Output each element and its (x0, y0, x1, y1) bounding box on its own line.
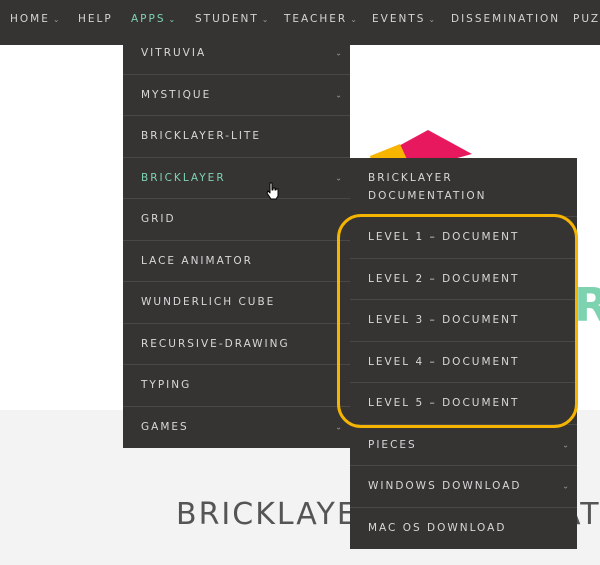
chevron-down-icon: ⌄ (335, 48, 342, 58)
nav-puzzles[interactable]: PUZ (573, 0, 600, 45)
menu-item-label: TYPING (141, 379, 192, 392)
page-title: BRICKLAYE (176, 497, 358, 532)
menu-item-level-5-document[interactable]: LEVEL 5 – DOCUMENT (350, 383, 577, 425)
menu-item-label: LEVEL 1 – DOCUMENT (368, 231, 520, 244)
menu-item-label: MYSTIQUE (141, 88, 212, 101)
chevron-down-icon: ⌄ (562, 440, 569, 450)
nav-home[interactable]: HOME ⌄ (10, 0, 60, 45)
menu-item-label: WINDOWS DOWNLOAD (368, 480, 522, 493)
menu-item-label: MAC OS DOWNLOAD (368, 522, 507, 535)
menu-item-label: GAMES (141, 421, 189, 434)
nav-label: HELP (78, 13, 113, 25)
nav-label: PUZ (573, 13, 600, 25)
chevron-down-icon: ⌄ (261, 15, 269, 24)
menu-item-label: LACE ANIMATOR (141, 254, 253, 267)
menu-item-label: GRID (141, 213, 176, 226)
menu-item-grid[interactable]: GRID (123, 199, 350, 241)
menu-item-label: WUNDERLICH CUBE (141, 296, 276, 309)
nav-label: APPS (131, 13, 166, 25)
nav-label: DISSEMINATION (451, 13, 561, 25)
menu-item-games[interactable]: GAMES ⌄ (123, 407, 350, 449)
menu-item-vitruvia[interactable]: VITRUVIA ⌄ (123, 33, 350, 75)
nav-label: TEACHER (284, 13, 348, 25)
menu-item-label-line2: DOCUMENTATION (368, 190, 487, 202)
nav-dissemination[interactable]: DISSEMINATION (451, 0, 560, 45)
menu-item-label: PIECES (368, 438, 417, 451)
menu-item-label: LEVEL 5 – DOCUMENT (368, 397, 520, 410)
nav-label: STUDENT (195, 13, 259, 25)
nav-events[interactable]: EVENTS ⌄ (372, 0, 435, 45)
chevron-down-icon: ⌄ (428, 15, 436, 24)
chevron-down-icon: ⌄ (350, 15, 357, 24)
menu-item-label: LEVEL 2 – DOCUMENT (368, 272, 520, 285)
hand-pointer-icon (266, 182, 279, 200)
menu-item-mystique[interactable]: MYSTIQUE ⌄ (123, 75, 350, 116)
menu-item-lace-animator[interactable]: LACE ANIMATOR (123, 241, 350, 282)
menu-item-wunderlich-cube[interactable]: WUNDERLICH CUBE (123, 282, 350, 324)
chevron-down-icon: ⌄ (52, 15, 60, 24)
menu-item-level-1-document[interactable]: LEVEL 1 – DOCUMENT (350, 217, 577, 259)
chevron-down-icon: ⌄ (168, 15, 176, 24)
chevron-down-icon: ⌄ (335, 422, 342, 432)
menu-item-label: LEVEL 3 – DOCUMENT (368, 314, 520, 327)
menu-item-label: BRICKLAYER-LITE (141, 130, 261, 143)
chevron-down-icon: ⌄ (335, 173, 342, 183)
nav-label: EVENTS (372, 13, 426, 25)
menu-item-level-3-document[interactable]: LEVEL 3 – DOCUMENT (350, 300, 577, 342)
menu-item-label: RECURSIVE-DRAWING (141, 337, 290, 350)
menu-item-label-line1: BRICKLAYER (368, 172, 453, 184)
menu-item-bricklayer[interactable]: BRICKLAYER ⌄ (123, 158, 350, 199)
menu-item-bricklayer-documentation[interactable]: BRICKLAYER DOCUMENTATION (350, 158, 577, 217)
chevron-down-icon: ⌄ (562, 481, 569, 491)
nav-help[interactable]: HELP (78, 0, 113, 45)
menu-item-recursive-drawing[interactable]: RECURSIVE-DRAWING (123, 324, 350, 365)
menu-item-level-2-document[interactable]: LEVEL 2 – DOCUMENT (350, 259, 577, 300)
menu-item-label: BRICKLAYER (141, 171, 226, 184)
chevron-down-icon: ⌄ (335, 90, 342, 100)
menu-item-pieces[interactable]: PIECES ⌄ (350, 425, 577, 466)
menu-item-windows-download[interactable]: WINDOWS DOWNLOAD ⌄ (350, 466, 577, 508)
menu-item-typing[interactable]: TYPING (123, 365, 350, 407)
menu-item-label: VITRUVIA (141, 47, 207, 60)
nav-label: HOME (10, 13, 50, 25)
apps-dropdown: VITRUVIA ⌄ MYSTIQUE ⌄ BRICKLAYER-LITE BR… (123, 33, 350, 448)
menu-item-level-4-document[interactable]: LEVEL 4 – DOCUMENT (350, 342, 577, 383)
menu-item-bricklayer-lite[interactable]: BRICKLAYER-LITE (123, 116, 350, 158)
bricklayer-submenu: BRICKLAYER DOCUMENTATION LEVEL 1 – DOCUM… (350, 158, 577, 549)
menu-item-label: BRICKLAYER DOCUMENTATION (368, 169, 487, 205)
menu-item-label: LEVEL 4 – DOCUMENT (368, 355, 520, 368)
menu-item-mac-os-download[interactable]: MAC OS DOWNLOAD (350, 508, 577, 550)
hero-title-fragment: R (574, 278, 600, 332)
